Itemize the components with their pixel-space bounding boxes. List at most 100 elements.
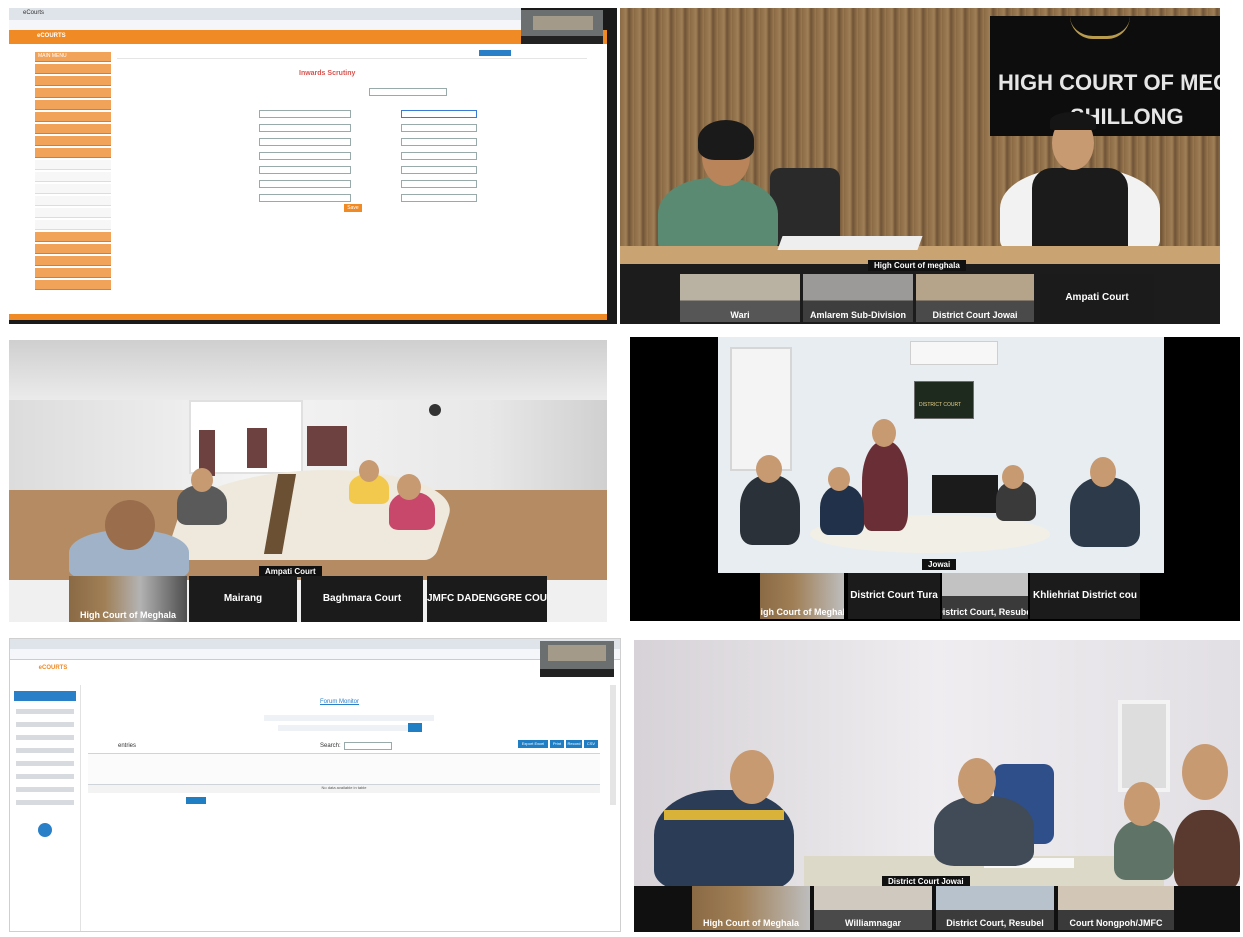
court-sign: HIGH COURT OF MEGH SHILLONG: [990, 16, 1220, 136]
filing-year-field[interactable]: [401, 110, 477, 118]
state-select-2[interactable]: [401, 180, 477, 188]
sidebar-item[interactable]: [35, 124, 111, 134]
address-field-2[interactable]: [401, 152, 477, 160]
district-select-2[interactable]: [401, 166, 477, 174]
show-entries-label: entries: [118, 743, 137, 749]
monitor: [932, 475, 998, 513]
print-button[interactable]: Print: [550, 740, 564, 748]
participant-thumb[interactable]: Court Nongpoh/JMFC: [1058, 886, 1174, 930]
sidebar-item[interactable]: [16, 722, 74, 727]
sidebar-subitem[interactable]: [35, 220, 111, 230]
sidebar-item[interactable]: [35, 64, 111, 74]
sidebar-subitem[interactable]: [35, 196, 111, 206]
sidebar-menu: MAIN MENU: [35, 52, 111, 302]
participant-thumb[interactable]: Wari: [680, 274, 800, 322]
sidebar-item[interactable]: [16, 787, 74, 792]
participant-thumb[interactable]: District Court, Resubel: [942, 573, 1028, 619]
search-input[interactable]: [344, 742, 392, 750]
sidebar-item-active[interactable]: [35, 148, 111, 158]
person-left-hair: [698, 120, 754, 160]
user-chip[interactable]: [479, 50, 511, 56]
case-type-select[interactable]: [369, 88, 447, 96]
sidebar-subitem[interactable]: [35, 172, 111, 182]
sidebar-subitem[interactable]: [35, 208, 111, 218]
csv-button[interactable]: CSV: [584, 740, 598, 748]
address-bar[interactable]: [10, 649, 620, 660]
taluka-select[interactable]: [259, 194, 351, 202]
sidebar-item[interactable]: [35, 100, 111, 110]
district-select[interactable]: [259, 166, 351, 174]
sidebar-item[interactable]: [35, 76, 111, 86]
participant-thumb[interactable]: District Court Tura: [848, 573, 940, 619]
help-icon[interactable]: [38, 823, 52, 837]
sidebar-item[interactable]: [35, 136, 111, 146]
filing-no-field[interactable]: [259, 110, 351, 118]
respondent-field[interactable]: [401, 124, 477, 132]
person-front-head: [105, 500, 155, 550]
person-far-right-head: [1182, 744, 1228, 800]
sidebar-item[interactable]: [35, 256, 111, 266]
sidebar-item[interactable]: [35, 88, 111, 98]
person-seated-head: [756, 455, 782, 483]
sidebar-item[interactable]: [16, 735, 74, 740]
window-left: [730, 347, 792, 471]
taluka-select-2[interactable]: [401, 194, 477, 202]
sidebar-item[interactable]: [16, 800, 74, 805]
wall-clock: [429, 404, 441, 416]
sidebar-item[interactable]: [16, 748, 74, 753]
self-view-thumbnail: [540, 641, 614, 677]
tile-district-court-jowai-group: District Court Jowai High Court of Megha…: [634, 640, 1240, 932]
save-button[interactable]: Save: [344, 204, 362, 212]
sidebar-item[interactable]: [35, 112, 111, 122]
participant-thumb[interactable]: Ampati Court: [1040, 274, 1154, 322]
participant-thumb[interactable]: High Court of Meghala: [760, 573, 844, 619]
participant-thumb[interactable]: JMFC DADENGGRE COU: [427, 576, 547, 622]
sidebar-item-active[interactable]: [14, 691, 76, 701]
tile-forum-monitor-screen: eCOURTS Forum Monitor entries Search: Ex…: [9, 638, 621, 932]
advocate-field[interactable]: [259, 138, 351, 146]
person-far-right: [1174, 810, 1240, 890]
page-title: Forum Monitor: [320, 699, 360, 705]
person-seated: [1070, 477, 1140, 547]
main-participant-caption: High Court of meghala: [868, 260, 966, 271]
participant-thumb[interactable]: Mairang: [189, 576, 297, 622]
sidebar-item[interactable]: [35, 232, 111, 242]
state-select[interactable]: [259, 180, 351, 188]
sidebar-item[interactable]: [16, 761, 74, 766]
empty-table-row: No data available in table: [88, 785, 600, 793]
go-button[interactable]: [408, 723, 422, 732]
court-emblem: [1070, 16, 1130, 39]
sidebar-subitem[interactable]: [35, 160, 111, 170]
export-excel-button[interactable]: Export Excel: [518, 740, 548, 748]
person-mid-head: [191, 468, 213, 492]
person-right-head: [1124, 782, 1160, 826]
petitioner-field[interactable]: [259, 124, 351, 132]
search-label: Search:: [320, 743, 341, 749]
participant-thumb[interactable]: Williamnagar: [814, 886, 932, 930]
sidebar-subitem[interactable]: [35, 184, 111, 194]
person-center: [934, 796, 1034, 866]
scrollbar[interactable]: [610, 685, 616, 805]
main-participant-caption: Jowai: [922, 559, 957, 570]
participant-thumb[interactable]: Amlarem Sub-Division: [803, 274, 913, 322]
participant-thumb[interactable]: Baghmara Court: [301, 576, 423, 622]
pagination-button[interactable]: [186, 797, 206, 804]
address-field[interactable]: [259, 152, 351, 160]
form-title: Inwards Scrutiny: [299, 70, 356, 77]
court-board: DISTRICT COURT: [914, 381, 974, 419]
advocate-field-2[interactable]: [401, 138, 477, 146]
participant-thumb[interactable]: District Court, Resubel: [936, 886, 1054, 930]
sidebar-header: MAIN MENU: [35, 52, 111, 62]
participant-thumb[interactable]: High Court of Meghala: [69, 576, 187, 622]
sidebar-item[interactable]: [35, 268, 111, 278]
participant-thumb[interactable]: Khliehriat District cou: [1030, 573, 1140, 619]
tile-high-court-meghalaya: HIGH COURT OF MEGH SHILLONG High Court o…: [620, 8, 1220, 324]
participant-thumb[interactable]: High Court of Meghala: [692, 886, 810, 930]
sidebar-item[interactable]: [16, 709, 74, 714]
record-button[interactable]: Record: [566, 740, 582, 748]
participant-thumb[interactable]: District Court Jowai: [916, 274, 1034, 322]
sidebar-item[interactable]: [16, 774, 74, 779]
sidebar-item[interactable]: [35, 244, 111, 254]
sidebar-item[interactable]: [35, 280, 111, 290]
browser-tab[interactable]: eCourts: [23, 10, 44, 16]
